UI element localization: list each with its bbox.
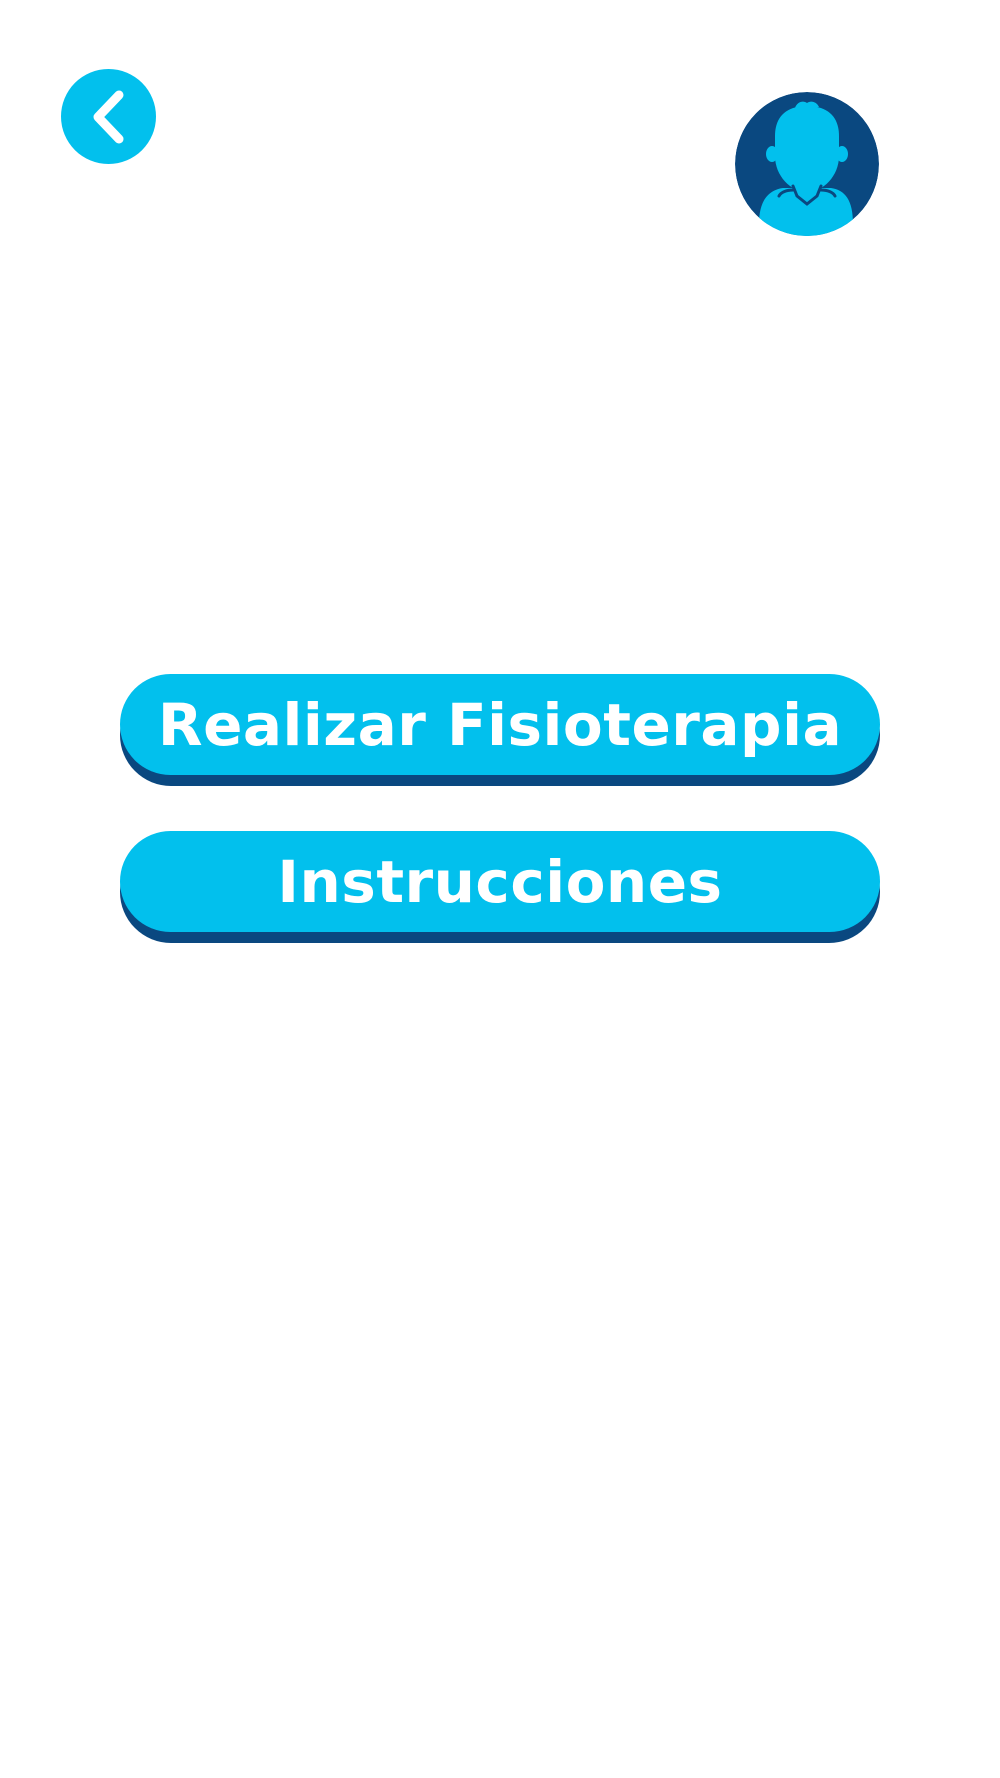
button-label: Realizar Fisioterapia [157,690,843,759]
chevron-left-icon [93,90,123,143]
button-label: Instrucciones [277,847,723,916]
instructions-button[interactable]: Instrucciones [120,831,880,943]
button-face: Realizar Fisioterapia [120,674,880,775]
user-silhouette-icon [735,92,879,236]
button-face: Instrucciones [120,831,880,932]
back-button[interactable] [61,69,156,164]
avatar[interactable] [735,92,879,236]
start-physiotherapy-button[interactable]: Realizar Fisioterapia [120,674,880,786]
